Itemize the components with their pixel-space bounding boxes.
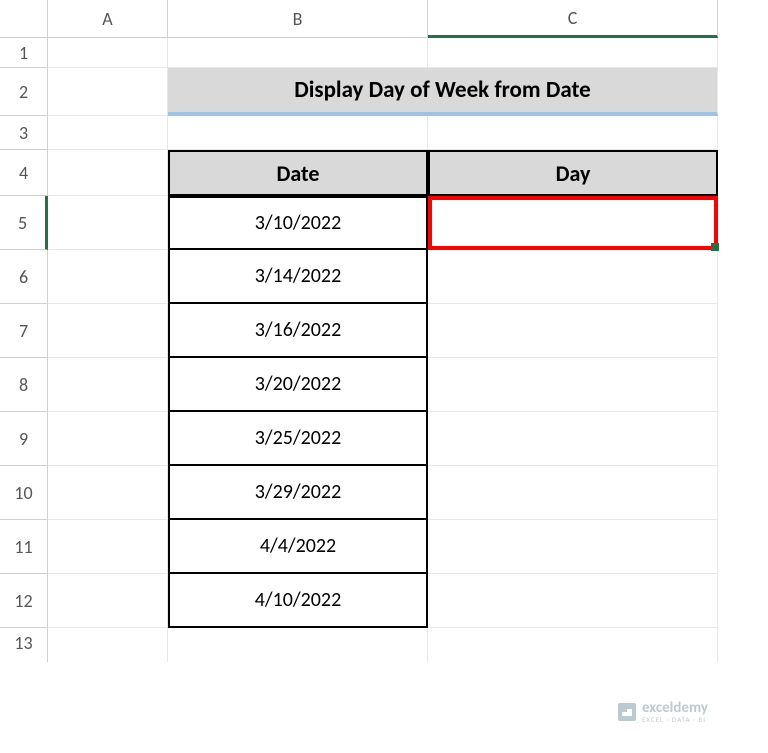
cell-a1[interactable]	[48, 38, 168, 68]
header-day[interactable]: Day	[428, 150, 718, 196]
row-header-2[interactable]: 2	[0, 68, 48, 116]
title-cell[interactable]: Display Day of Week from Date	[168, 68, 718, 116]
cell-b13[interactable]	[168, 628, 428, 662]
watermark: exceldemy EXCEL · DATA · BI	[618, 701, 708, 723]
row-header-1[interactable]: 1	[0, 38, 48, 68]
cell-c1[interactable]	[428, 38, 718, 68]
cell-a13[interactable]	[48, 628, 168, 662]
cell-c9[interactable]	[428, 412, 718, 466]
cell-b11-date[interactable]: 4/4/2022	[168, 520, 428, 574]
cell-a6[interactable]	[48, 250, 168, 304]
spreadsheet-grid: A B C 1 2 Display Day of Week from Date …	[0, 0, 768, 662]
watermark-sub: EXCEL · DATA · BI	[642, 716, 708, 723]
cell-b1[interactable]	[168, 38, 428, 68]
cell-c10[interactable]	[428, 466, 718, 520]
cell-b12-date[interactable]: 4/10/2022	[168, 574, 428, 628]
cell-c3[interactable]	[428, 116, 718, 150]
cell-a7[interactable]	[48, 304, 168, 358]
cell-c6[interactable]	[428, 250, 718, 304]
cell-a8[interactable]	[48, 358, 168, 412]
cell-b9-date[interactable]: 3/25/2022	[168, 412, 428, 466]
row-header-6[interactable]: 6	[0, 250, 48, 304]
header-date[interactable]: Date	[168, 150, 428, 196]
cell-b5-date[interactable]: 3/10/2022	[168, 196, 428, 250]
cell-b7-date[interactable]: 3/16/2022	[168, 304, 428, 358]
cell-a5[interactable]	[48, 196, 168, 250]
cell-a3[interactable]	[48, 116, 168, 150]
cell-b6-date[interactable]: 3/14/2022	[168, 250, 428, 304]
col-header-b[interactable]: B	[168, 0, 428, 38]
col-header-a[interactable]: A	[48, 0, 168, 38]
cell-b8-date[interactable]: 3/20/2022	[168, 358, 428, 412]
cell-a4[interactable]	[48, 150, 168, 196]
cell-c8[interactable]	[428, 358, 718, 412]
cell-b3[interactable]	[168, 116, 428, 150]
watermark-text: exceldemy EXCEL · DATA · BI	[642, 701, 708, 723]
watermark-icon	[618, 703, 636, 721]
row-header-8[interactable]: 8	[0, 358, 48, 412]
cell-c5-day[interactable]	[428, 196, 718, 250]
cell-b10-date[interactable]: 3/29/2022	[168, 466, 428, 520]
row-header-4[interactable]: 4	[0, 150, 48, 196]
corner-select-all[interactable]	[0, 0, 48, 38]
watermark-main: exceldemy	[642, 701, 708, 716]
row-header-5[interactable]: 5	[0, 196, 48, 250]
cell-a11[interactable]	[48, 520, 168, 574]
row-header-7[interactable]: 7	[0, 304, 48, 358]
cell-a12[interactable]	[48, 574, 168, 628]
cell-a10[interactable]	[48, 466, 168, 520]
row-header-11[interactable]: 11	[0, 520, 48, 574]
cell-c7[interactable]	[428, 304, 718, 358]
cell-a9[interactable]	[48, 412, 168, 466]
cell-a2[interactable]	[48, 68, 168, 116]
row-header-10[interactable]: 10	[0, 466, 48, 520]
row-header-9[interactable]: 9	[0, 412, 48, 466]
col-header-c[interactable]: C	[428, 0, 718, 38]
cell-c11[interactable]	[428, 520, 718, 574]
row-header-3[interactable]: 3	[0, 116, 48, 150]
row-header-13[interactable]: 13	[0, 628, 48, 662]
cell-c13[interactable]	[428, 628, 718, 662]
row-header-12[interactable]: 12	[0, 574, 48, 628]
cell-c12[interactable]	[428, 574, 718, 628]
